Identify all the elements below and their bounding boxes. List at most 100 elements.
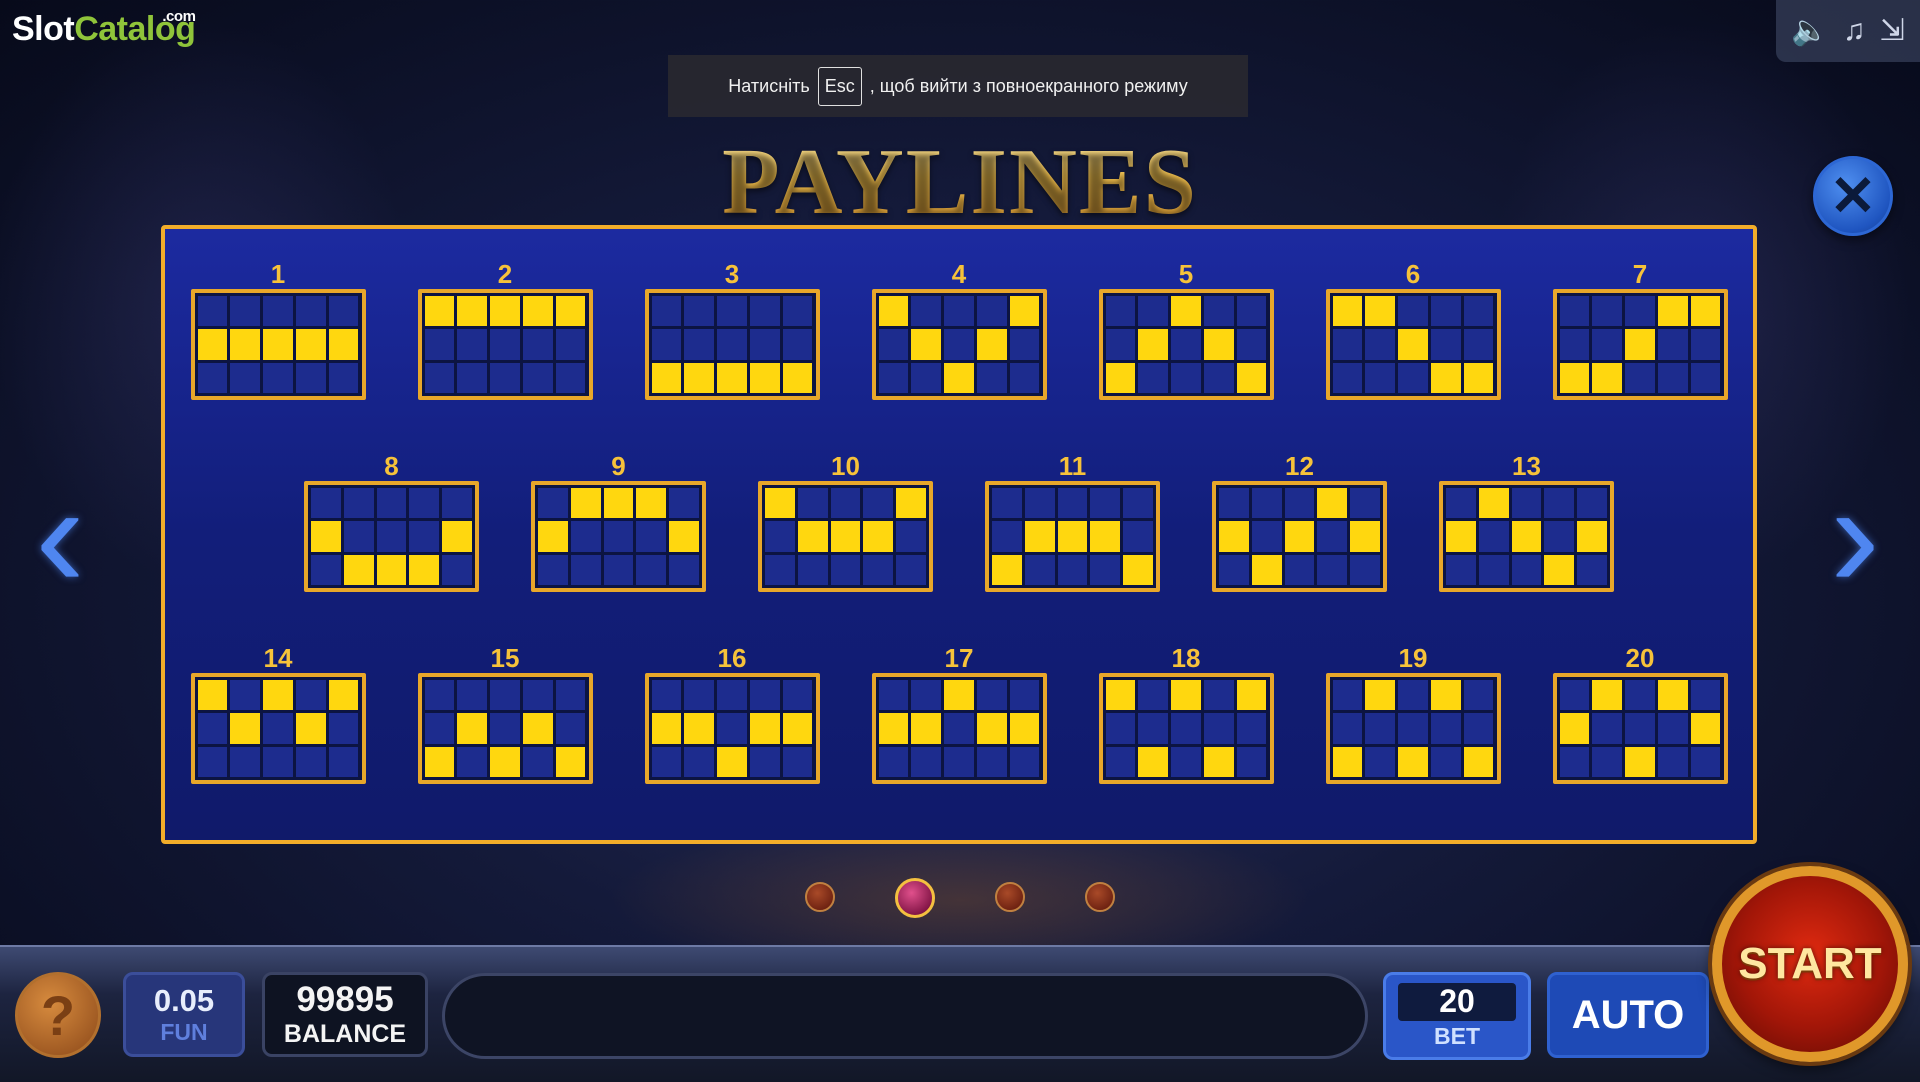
payline-cell-on <box>328 329 359 360</box>
payline-cell-on <box>749 362 780 393</box>
payline-cell-on <box>976 713 1007 744</box>
payline-cell-on <box>1463 746 1494 777</box>
payline-cell-off <box>944 713 974 744</box>
page-dot-3[interactable] <box>995 882 1025 912</box>
payline-cell-on <box>490 746 520 777</box>
payline-cell-off <box>976 362 1007 393</box>
payline-13: 13 <box>1439 453 1614 592</box>
payline-cell-off <box>490 362 520 393</box>
payline-cell-on <box>1577 521 1607 552</box>
payline-cell-off <box>911 362 942 393</box>
payline-cell-off <box>1690 680 1721 711</box>
balance-label: BALANCE <box>283 1020 407 1048</box>
auto-play-button[interactable]: AUTO <box>1547 972 1709 1058</box>
music-note-icon[interactable]: ♫ <box>1843 16 1866 46</box>
payline-cell-on <box>878 296 909 327</box>
payline-cell-off <box>555 329 586 360</box>
payline-cell-off <box>263 296 293 327</box>
message-display <box>442 973 1368 1059</box>
payline-cell-on <box>522 713 553 744</box>
payline-cell-off <box>684 680 715 711</box>
start-button[interactable]: START <box>1712 866 1908 1062</box>
payline-cell-off <box>1544 488 1575 519</box>
payline-cell-on <box>1317 488 1348 519</box>
payline-cell-off <box>1559 296 1590 327</box>
payline-cell-off <box>1123 521 1153 552</box>
previous-page-button[interactable]: ‹ <box>25 455 95 615</box>
payline-cell-off <box>1123 488 1153 519</box>
payline-cell-on <box>1171 680 1201 711</box>
payline-cell-off <box>1236 713 1267 744</box>
payline-cell-off <box>442 554 472 585</box>
payline-cell-off <box>1398 362 1428 393</box>
slotcatalog-logo: SlotCatalog .com <box>12 8 196 48</box>
payline-cell-off <box>1203 296 1234 327</box>
page-dot-2[interactable] <box>895 878 935 918</box>
paylines-panel: 1234567 8 9 10 11 12 13 14 15 16 17 18 19 20 <box>161 225 1757 844</box>
payline-cell-on <box>830 521 861 552</box>
payline-cell-off <box>1024 488 1055 519</box>
payline-cell-off <box>1057 488 1088 519</box>
payline-cell-off <box>1171 713 1201 744</box>
payline-5: 5 <box>1098 261 1274 400</box>
payline-number: 2 <box>497 259 513 289</box>
page-dot-1[interactable] <box>805 882 835 912</box>
payline-cell-off <box>749 329 780 360</box>
payline-cell-off <box>555 362 586 393</box>
payline-cell-on <box>197 329 228 360</box>
payline-cell-on <box>1657 296 1688 327</box>
payline-cell-off <box>343 521 374 552</box>
payline-cell-on <box>782 713 813 744</box>
payline-cell-off <box>1625 362 1655 393</box>
payline-cell-off <box>1105 746 1136 777</box>
coin-value-display[interactable]: 0.05 FUN <box>123 972 245 1057</box>
payline-cell-off <box>376 488 407 519</box>
payline-cell-on <box>651 713 682 744</box>
payline-number: 3 <box>724 259 740 289</box>
payline-cell-off <box>1138 362 1169 393</box>
payline-cell-off <box>1625 296 1655 327</box>
payline-cell-off <box>830 554 861 585</box>
payline-cell-on <box>1171 296 1201 327</box>
payline-cell-off <box>1559 680 1590 711</box>
payline-cell-on <box>457 713 488 744</box>
payline-number: 11 <box>1058 451 1087 481</box>
bet-label: BET <box>1434 1022 1480 1049</box>
payline-cell-off <box>263 713 293 744</box>
payline-cell-off <box>651 680 682 711</box>
next-page-button[interactable]: › <box>1820 455 1890 615</box>
payline-cell-on <box>1057 521 1088 552</box>
fullscreen-exit-notice: Натисніть Esc , щоб вийти з повноекранно… <box>668 55 1248 117</box>
payline-cell-off <box>878 746 909 777</box>
payline-cell-off <box>1284 554 1315 585</box>
payline-cell-off <box>197 362 228 393</box>
payline-cell-off <box>749 680 780 711</box>
payline-cell-off <box>1219 488 1249 519</box>
payline-cell-on <box>1398 746 1428 777</box>
coin-label: FUN <box>160 1019 208 1045</box>
payline-grid <box>1552 289 1728 400</box>
page-dot-4[interactable] <box>1085 882 1115 912</box>
exit-fullscreen-icon[interactable]: ⇲ <box>1880 16 1905 46</box>
payline-cell-off <box>944 296 974 327</box>
payline-cell-off <box>1284 488 1315 519</box>
close-button[interactable]: ✕ <box>1813 156 1893 236</box>
payline-cell-off <box>1171 329 1201 360</box>
payline-cell-on <box>1544 554 1575 585</box>
payline-cell-on <box>603 488 634 519</box>
payline-cell-on <box>944 362 974 393</box>
payline-cell-off <box>1105 296 1136 327</box>
payline-cell-off <box>555 680 586 711</box>
speaker-icon[interactable]: 🔈 <box>1791 16 1828 46</box>
bet-selector[interactable]: 20 BET <box>1383 972 1531 1060</box>
payline-cell-off <box>1592 713 1623 744</box>
payline-cell-on <box>263 680 293 711</box>
bet-value: 20 <box>1439 983 1475 1019</box>
payline-cell-off <box>684 296 715 327</box>
payline-cell-on <box>749 713 780 744</box>
payline-cell-on <box>230 329 261 360</box>
coin-value: 0.05 <box>153 983 215 1018</box>
payline-cell-off <box>295 296 326 327</box>
help-button[interactable]: ? <box>15 972 101 1058</box>
payline-cell-on <box>684 362 715 393</box>
